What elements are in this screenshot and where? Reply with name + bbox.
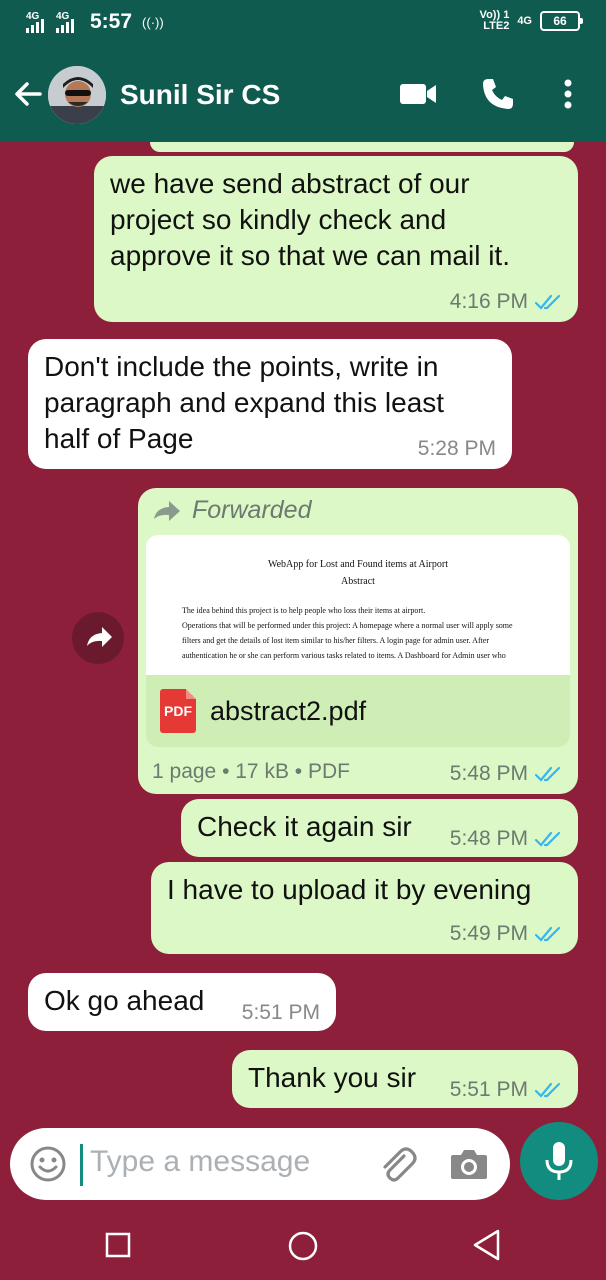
- battery-icon: 66: [540, 11, 583, 31]
- message-text: Ok go ahead: [44, 985, 205, 1016]
- double-check-icon: [534, 766, 561, 782]
- document-preview: WebApp for Lost and Found items at Airpo…: [146, 535, 570, 675]
- status-bar: 4G 4G 5:57 ((·)) Vo)) 1 LTE2 4G 66: [0, 0, 606, 46]
- volte-indicator: Vo)) 1 LTE2: [480, 10, 510, 32]
- double-check-icon: [534, 294, 561, 310]
- previous-message-edge: [150, 142, 574, 152]
- message-text-line: Don't include the points, write in: [44, 351, 439, 382]
- message-meta: 5:51 PM: [242, 1001, 320, 1025]
- message-bubble-outgoing[interactable]: we have send abstract of our project so …: [94, 156, 578, 322]
- document-preview-line: filters and get the details of lost item…: [182, 636, 490, 645]
- phone-icon[interactable]: [480, 76, 516, 112]
- forward-arrow-icon: [87, 627, 112, 647]
- arrow-left-icon[interactable]: [10, 74, 46, 114]
- lte-label: LTE2: [483, 20, 510, 32]
- document-preview-line: authentication he or she can perform var…: [182, 651, 506, 660]
- message-text: Check it again sir: [197, 811, 412, 842]
- message-text: we have send abstract of our project so …: [110, 166, 562, 274]
- document-message[interactable]: Forwarded WebApp for Lost and Found item…: [138, 488, 578, 794]
- message-meta: 4:16 PM: [450, 290, 562, 314]
- document-meta: 1 page • 17 kB • PDF: [152, 760, 350, 783]
- message-bubble-outgoing[interactable]: Thank you sir 5:51 PM: [232, 1050, 578, 1108]
- document-file-name: abstract2.pdf: [210, 695, 367, 726]
- document-file-row[interactable]: PDF abstract2.pdf: [146, 675, 570, 747]
- message-time: 5:51 PM: [449, 1078, 528, 1101]
- pdf-icon-label: PDF: [164, 703, 192, 719]
- recent-apps-icon[interactable]: [105, 1232, 131, 1258]
- message-meta: 5:49 PM: [450, 922, 562, 946]
- document-card[interactable]: WebApp for Lost and Found items at Airpo…: [146, 535, 570, 747]
- message-meta: 5:51 PM: [450, 1078, 562, 1102]
- message-time: 5:51 PM: [241, 1001, 320, 1024]
- sim2-signal-icon: 4G: [56, 11, 80, 33]
- microphone-button[interactable]: [520, 1122, 598, 1200]
- microphone-icon: [545, 1142, 573, 1180]
- chat-area[interactable]: we have send abstract of our project so …: [0, 142, 606, 1120]
- video-camera-icon[interactable]: [398, 78, 438, 110]
- message-time: 5:48 PM: [449, 762, 528, 785]
- message-bubble-incoming[interactable]: Don't include the points, write in parag…: [28, 339, 512, 469]
- message-input[interactable]: Type a message: [90, 1145, 310, 1179]
- nav-back-icon[interactable]: [470, 1228, 502, 1262]
- chat-header: Sunil Sir CS: [0, 46, 606, 142]
- message-bubble-incoming[interactable]: Ok go ahead 5:51 PM: [28, 973, 336, 1031]
- hotspot-icon: ((·)): [142, 14, 164, 30]
- forward-button[interactable]: [72, 612, 124, 664]
- paperclip-icon[interactable]: [374, 1142, 418, 1186]
- system-nav-bar: [0, 1210, 606, 1280]
- message-time: 5:49 PM: [449, 922, 528, 945]
- message-bubble-outgoing[interactable]: Check it again sir 5:48 PM: [181, 799, 578, 857]
- status-time: 5:57: [90, 10, 133, 33]
- message-text-line: project so kindly check and: [110, 204, 447, 235]
- message-meta: 5:48 PM: [450, 827, 562, 851]
- home-icon[interactable]: [287, 1230, 319, 1262]
- message-text-line: paragraph and expand this least: [44, 387, 445, 418]
- avatar[interactable]: [48, 66, 106, 124]
- double-check-icon: [534, 831, 561, 847]
- message-time: 5:28 PM: [417, 437, 496, 460]
- contact-name[interactable]: Sunil Sir CS: [120, 79, 280, 111]
- document-preview-title: WebApp for Lost and Found items at Airpo…: [267, 559, 448, 570]
- battery-level: 66: [553, 14, 567, 28]
- message-text: Thank you sir: [248, 1062, 417, 1093]
- network-4g-label: 4G: [517, 15, 532, 27]
- message-input-bar[interactable]: Type a message: [10, 1128, 510, 1200]
- sim1-signal-icon: 4G: [26, 11, 50, 33]
- forwarded-label: Forwarded: [146, 496, 570, 525]
- more-vertical-icon[interactable]: [556, 76, 580, 112]
- emoji-icon[interactable]: [28, 1144, 68, 1184]
- message-text-line: approve it so that we can mail it.: [110, 240, 510, 271]
- message-meta: 5:28 PM: [418, 437, 496, 461]
- document-preview-subtitle: Abstract: [341, 576, 375, 587]
- forwarded-text: Forwarded: [192, 496, 312, 524]
- document-preview-line: Operations that will be performed under …: [182, 621, 513, 630]
- camera-icon[interactable]: [448, 1144, 490, 1184]
- text-cursor: [80, 1144, 83, 1186]
- message-time: 5:48 PM: [449, 827, 528, 850]
- double-check-icon: [534, 1082, 561, 1098]
- message-bubble-outgoing[interactable]: I have to upload it by evening 5:49 PM: [151, 862, 578, 954]
- message-text: I have to upload it by evening: [167, 874, 532, 905]
- message-text-line: we have send abstract of our: [110, 168, 470, 199]
- forward-arrow-icon: [154, 500, 180, 521]
- double-check-icon: [534, 926, 561, 942]
- message-meta: 5:48 PM: [450, 762, 562, 786]
- message-time: 4:16 PM: [449, 290, 528, 313]
- pdf-file-icon: PDF: [160, 689, 196, 733]
- document-preview-line: The idea behind this project is to help …: [182, 606, 426, 615]
